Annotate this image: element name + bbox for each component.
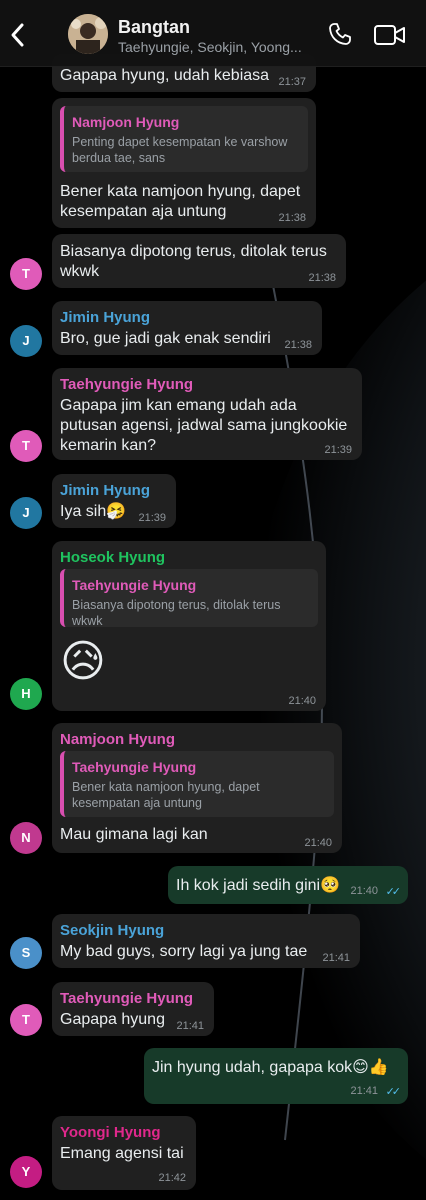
- message-time: 21:38: [284, 339, 312, 351]
- avatar[interactable]: Y: [10, 1156, 42, 1188]
- avatar[interactable]: T: [10, 1004, 42, 1036]
- quote-text: Biasanya dipotong terus, ditolak terus w…: [72, 598, 281, 628]
- sender-name: Jimin Hyung: [60, 482, 151, 499]
- message-bubble-outgoing[interactable]: Ih kok jadi sedih gini🥺 21:40 ✓✓: [168, 866, 408, 904]
- sender-name: Hoseok Hyung: [60, 549, 166, 566]
- message-text: Gapapa jim kan emang udah ada putusan ag…: [60, 397, 348, 454]
- quote-text: Bener kata namjoon hyung, dapet kesempat…: [72, 780, 260, 810]
- chat-header: Bangtan Taehyungie, Seokjin, Yoong...: [0, 0, 426, 67]
- avatar[interactable]: T: [10, 430, 42, 462]
- reply-quote[interactable]: Taehyungie Hyung Bener kata namjoon hyun…: [60, 751, 334, 817]
- read-receipt-icon: ✓✓: [385, 1086, 402, 1098]
- message-text: Bener kata namjoon hyung, dapet kesempat…: [60, 183, 301, 220]
- message-time: 21:40: [304, 837, 332, 849]
- message-bubble[interactable]: Jimin Hyung Bro, gue jadi gak enak sendi…: [52, 301, 322, 355]
- quote-text: Penting dapet kesempatan ke varshow berd…: [72, 135, 288, 165]
- sender-name: Seokjin Hyung: [60, 922, 165, 939]
- message-text: Gapapa hyung, udah kebiasa: [60, 67, 270, 84]
- message-time: 21:40: [350, 885, 378, 897]
- sender-name: Namjoon Hyung: [60, 731, 175, 748]
- message-bubble[interactable]: Seokjin Hyung My bad guys, sorry lagi ya…: [52, 914, 360, 968]
- message-text: My bad guys, sorry lagi ya jung tae: [60, 943, 308, 960]
- message-time: 21:40: [288, 695, 316, 707]
- message-time: 21:41: [322, 952, 350, 964]
- phone-icon[interactable]: [328, 22, 352, 46]
- avatar[interactable]: H: [10, 678, 42, 710]
- message-bubble[interactable]: Taehyungie Hyung Gapapa hyung 21:41: [52, 982, 214, 1036]
- back-arrow-icon[interactable]: [8, 21, 28, 49]
- message-text: Jin hyung udah, gapapa kok😊👍: [152, 1059, 389, 1076]
- message-time: 21:38: [308, 272, 336, 284]
- reply-quote[interactable]: Taehyungie Hyung Biasanya dipotong terus…: [60, 569, 318, 628]
- message-time: 21:39: [324, 444, 352, 456]
- message-text: Bro, gue jadi gak enak sendiri: [60, 330, 271, 347]
- message-bubble[interactable]: Taehyungie Hyung Gapapa jim kan emang ud…: [52, 368, 362, 460]
- sender-name: Jimin Hyung: [60, 309, 151, 326]
- chat-title[interactable]: Bangtan: [118, 17, 190, 38]
- video-call-icon[interactable]: [374, 24, 406, 46]
- quote-sender: Namjoon Hyung: [72, 114, 180, 130]
- quote-sender: Taehyungie Hyung: [72, 577, 197, 593]
- message-bubble[interactable]: Biasanya dipotong terus, ditolak terus w…: [52, 234, 346, 288]
- avatar[interactable]: T: [10, 258, 42, 290]
- message-text: Mau gimana lagi kan: [60, 826, 208, 843]
- avatar[interactable]: J: [10, 325, 42, 357]
- avatar[interactable]: S: [10, 937, 42, 969]
- message-bubble-outgoing[interactable]: Jin hyung udah, gapapa kok😊👍 21:41 ✓✓: [144, 1048, 408, 1104]
- message-time: 21:39: [138, 512, 166, 524]
- message-time: 21:41: [176, 1020, 204, 1032]
- message-text: Ih kok jadi sedih gini🥺: [176, 877, 341, 894]
- message-time: 21:41: [350, 1085, 378, 1097]
- message-time: 21:38: [278, 212, 306, 224]
- group-avatar[interactable]: [68, 14, 108, 54]
- message-bubble[interactable]: Namjoon Hyung Taehyungie Hyung Bener kat…: [52, 723, 342, 853]
- message-text: Gapapa hyung: [60, 1011, 165, 1028]
- sender-name: Taehyungie Hyung: [60, 990, 194, 1007]
- read-receipt-icon: ✓✓: [385, 886, 402, 898]
- message-text: Emang agensi tai: [60, 1145, 184, 1162]
- message-emoji: 😥: [60, 637, 106, 686]
- message-bubble[interactable]: Yoongi Hyung Emang agensi tai 21:42: [52, 1116, 196, 1190]
- message-bubble[interactable]: Jimin Hyung Iya sih🤧 21:39: [52, 474, 176, 528]
- message-bubble[interactable]: Namjoon Hyung Penting dapet kesempatan k…: [52, 98, 316, 228]
- message-text: Biasanya dipotong terus, ditolak terus w…: [60, 243, 327, 280]
- avatar[interactable]: J: [10, 497, 42, 529]
- message-bubble[interactable]: Hoseok Hyung Taehyungie Hyung Biasanya d…: [52, 541, 326, 711]
- avatar[interactable]: N: [10, 822, 42, 854]
- sender-name: Yoongi Hyung: [60, 1124, 161, 1141]
- message-time: 21:42: [158, 1172, 186, 1184]
- sender-name: Taehyungie Hyung: [60, 376, 194, 393]
- chat-members[interactable]: Taehyungie, Seokjin, Yoong...: [118, 39, 302, 55]
- message-time: 21:37: [278, 76, 306, 88]
- message-text: Iya sih🤧: [60, 503, 127, 520]
- reply-quote[interactable]: Namjoon Hyung Penting dapet kesempatan k…: [60, 106, 308, 172]
- quote-sender: Taehyungie Hyung: [72, 759, 197, 775]
